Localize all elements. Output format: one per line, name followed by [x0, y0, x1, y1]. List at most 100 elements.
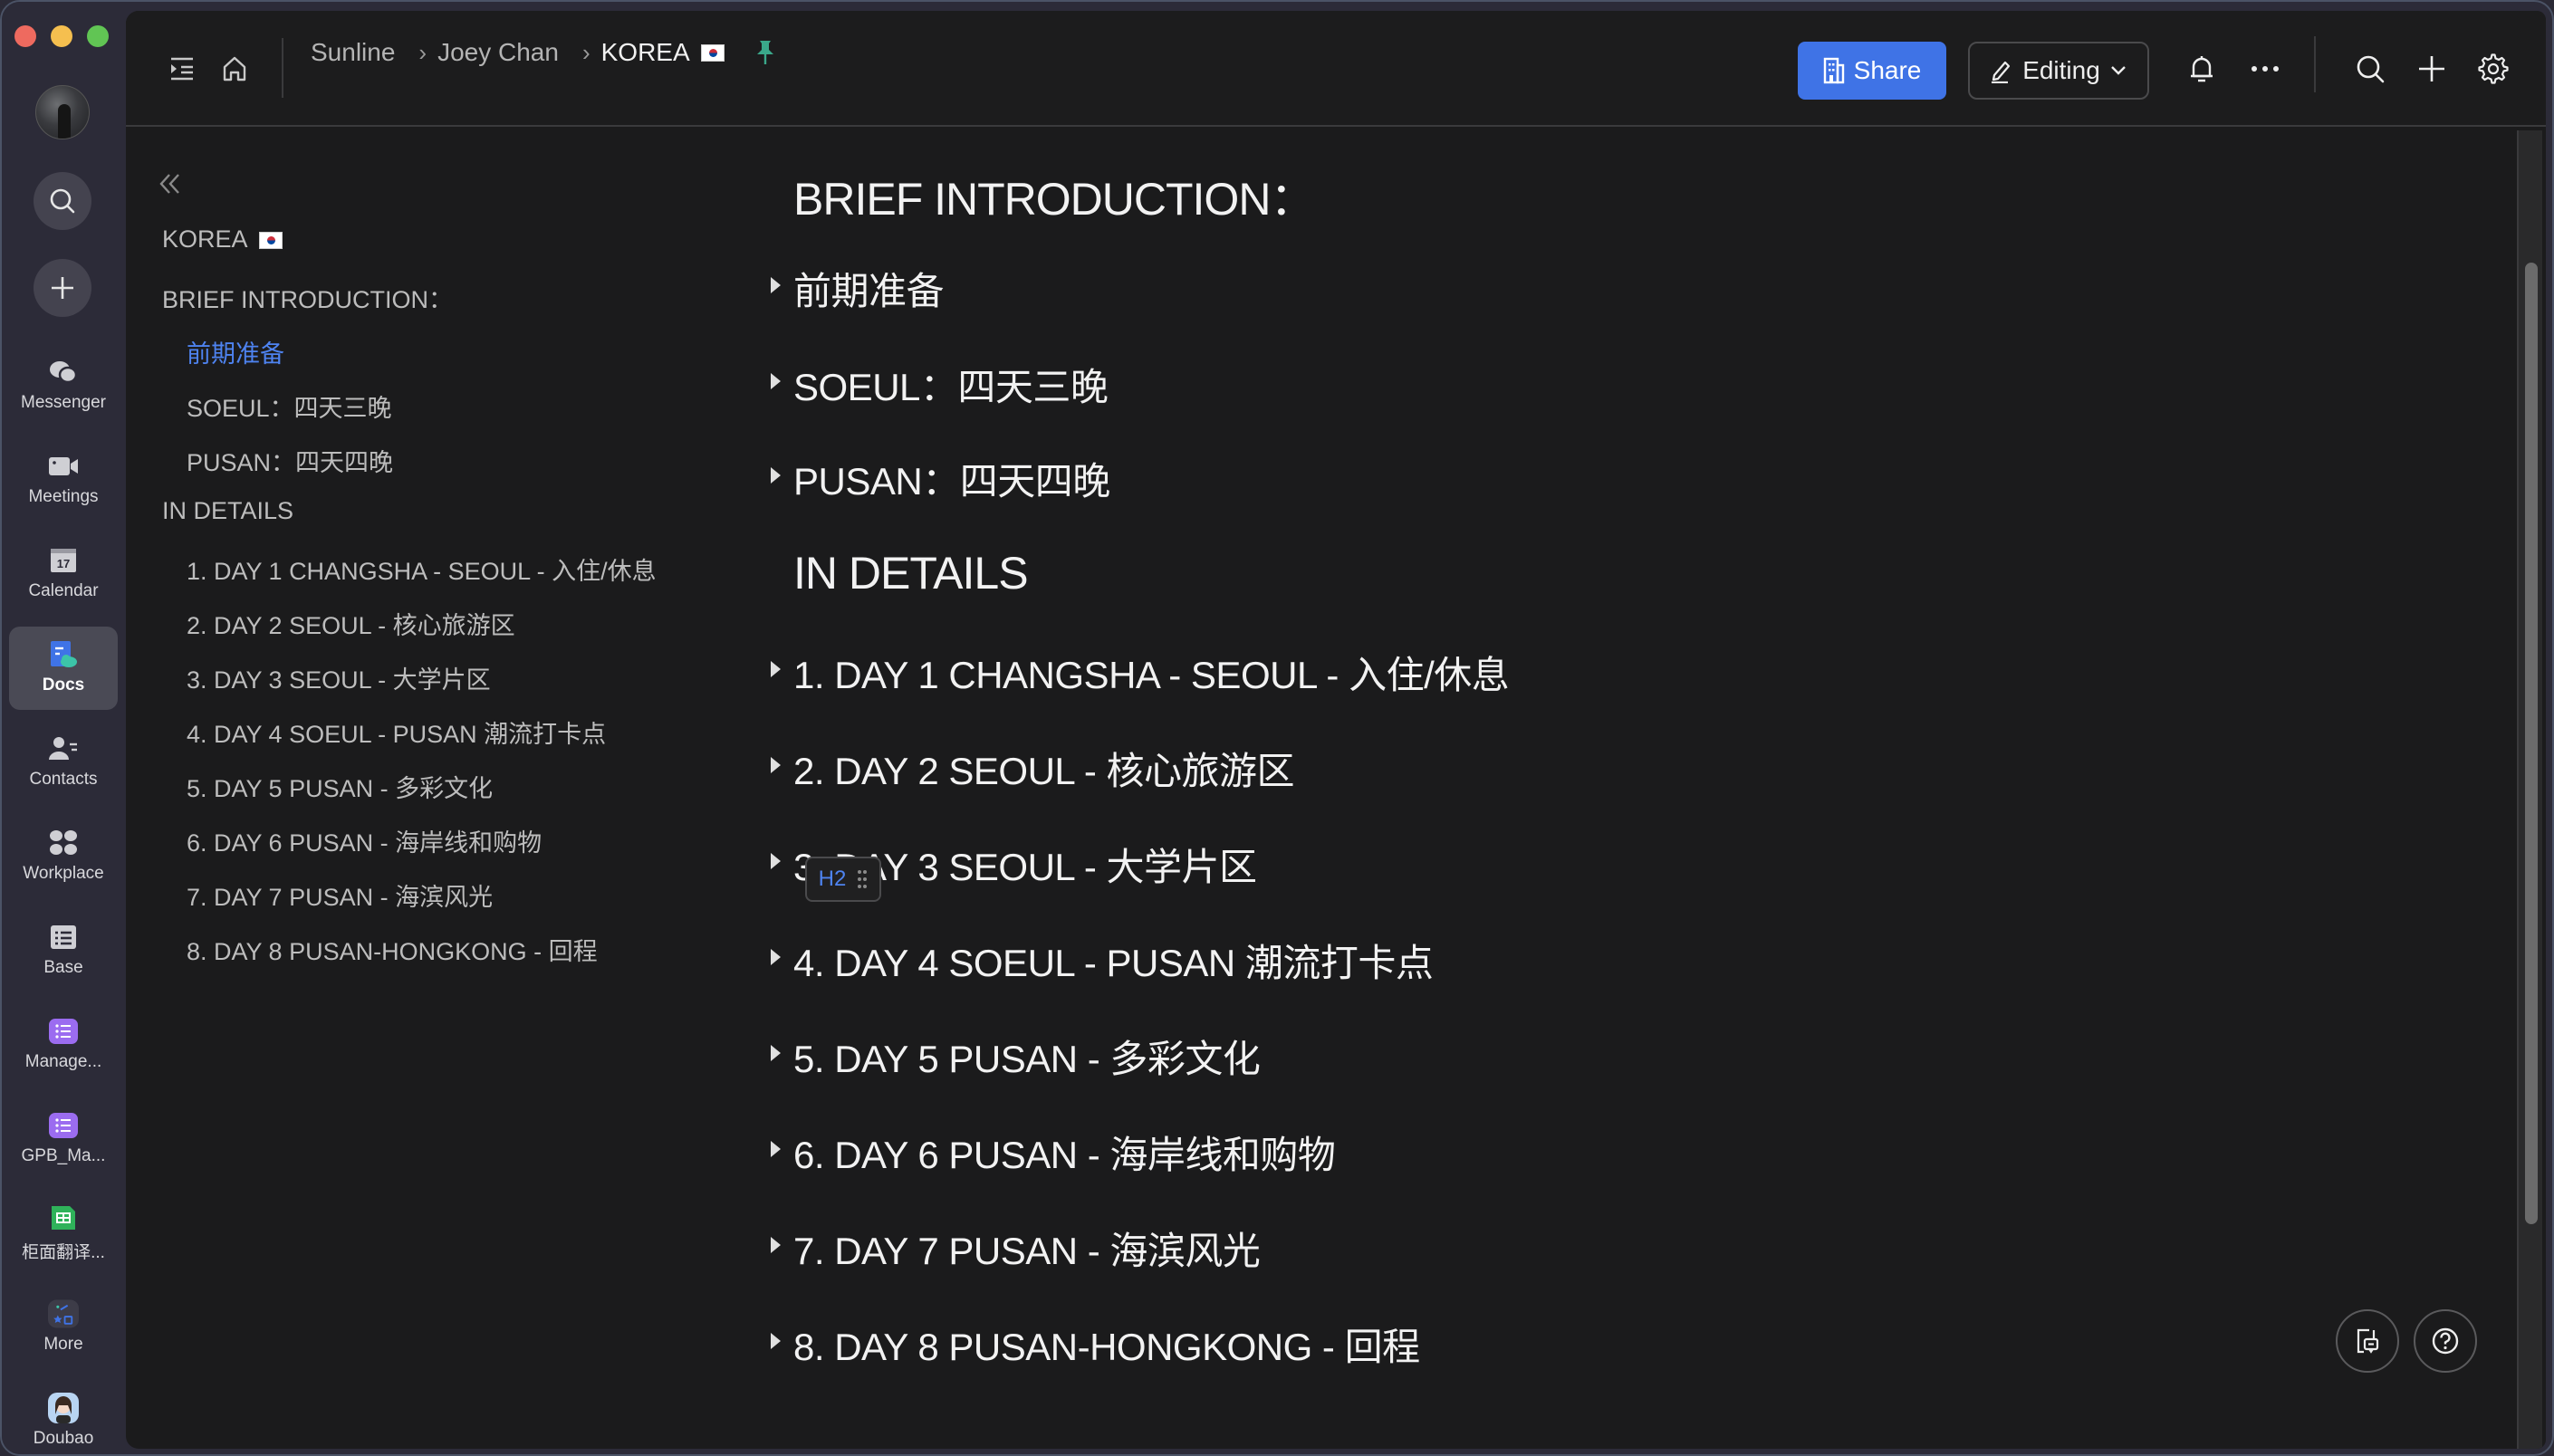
heading-2[interactable]: 2. DAY 2 SEOUL - 核心旅游区: [793, 741, 1295, 796]
outline-item-label: 2. DAY 2 SEOUL - 核心旅游区: [187, 612, 515, 639]
outline-item[interactable]: 前期准备: [187, 334, 284, 369]
outline-item[interactable]: KOREA: [162, 225, 283, 254]
rail-item-gpb-ma[interactable]: GPB_Ma...: [9, 1097, 118, 1181]
collapse-toggle-icon[interactable]: [771, 1237, 781, 1253]
rail-item-label: Doubao: [33, 1429, 94, 1448]
gear-icon: [2478, 53, 2509, 84]
share-button-label: Share: [1853, 56, 1922, 84]
heading2-badge: H2: [818, 867, 847, 891]
outline-item-label: SOEUL：四天三晚: [187, 395, 392, 422]
collapse-toggle-icon[interactable]: [771, 277, 781, 293]
collapse-toggle-icon[interactable]: [771, 853, 781, 869]
close-window-button[interactable]: [14, 25, 36, 47]
heading-2[interactable]: PUSAN：四天四晚: [793, 451, 1110, 506]
doc-comment-icon: [2357, 1328, 2379, 1354]
more-options-button[interactable]: [2245, 49, 2285, 89]
heading-2[interactable]: SOEUL：四天三晚: [793, 357, 1109, 412]
svg-text:17: 17: [57, 557, 70, 570]
korea-flag-icon: [258, 232, 283, 250]
collapse-toggle-icon[interactable]: [771, 1045, 781, 1061]
outline-item[interactable]: 2. DAY 2 SEOUL - 核心旅游区: [187, 606, 515, 641]
maximize-window-button[interactable]: [87, 25, 109, 47]
collapse-toggle-icon[interactable]: [771, 373, 781, 389]
block-type-handle[interactable]: H2: [805, 857, 881, 902]
outline-item[interactable]: 5. DAY 5 PUSAN - 多彩文化: [187, 769, 493, 804]
collapse-toggle-icon[interactable]: [771, 1333, 781, 1349]
help-button[interactable]: [2414, 1309, 2477, 1373]
outline-item[interactable]: 7. DAY 7 PUSAN - 海滨风光: [187, 877, 493, 913]
rail-item-meetings[interactable]: Meetings: [9, 438, 118, 522]
outline-item-label: 8. DAY 8 PUSAN-HONGKONG - 回程: [187, 938, 598, 965]
outline-item[interactable]: 4. DAY 4 SOEUL - PUSAN 潮流打卡点: [187, 714, 606, 750]
header-divider: [2314, 36, 2316, 92]
table-icon: [48, 924, 79, 951]
create-new-button[interactable]: [34, 259, 91, 317]
rail-item-manage[interactable]: Manage...: [9, 1003, 118, 1087]
avatar[interactable]: [35, 85, 90, 139]
plus-icon: [2419, 56, 2444, 81]
heading-1[interactable]: BRIEF INTRODUCTION：: [793, 163, 1315, 228]
rail-item-messenger[interactable]: Messenger: [9, 344, 118, 427]
heading-2[interactable]: 前期准备: [793, 261, 945, 316]
heading-2[interactable]: 8. DAY 8 PUSAN-HONGKONG - 回程: [793, 1317, 1420, 1372]
outline-item[interactable]: 6. DAY 6 PUSAN - 海岸线和购物: [187, 823, 542, 858]
heading-2[interactable]: 4. DAY 4 SOEUL - PUSAN 潮流打卡点: [793, 933, 1434, 988]
rail-item-workplace[interactable]: Workplace: [9, 815, 118, 898]
collapse-outline-button[interactable]: [157, 170, 184, 202]
app-rail: Messenger Meetings 17 Calendar Docs Contacts W…: [2, 2, 125, 1454]
collapse-toggle-icon[interactable]: [771, 661, 781, 677]
breadcrumb-item-workspace[interactable]: Sunline: [311, 38, 395, 67]
window-controls: [14, 25, 109, 47]
doc-search-button[interactable]: [2350, 49, 2390, 89]
outline-item[interactable]: 8. DAY 8 PUSAN-HONGKONG - 回程: [187, 932, 598, 967]
new-doc-button[interactable]: [2412, 49, 2452, 89]
rail-item-[interactable]: 柜面翻译...: [9, 1192, 118, 1275]
minimize-window-button[interactable]: [51, 25, 72, 47]
notifications-button[interactable]: [2182, 49, 2222, 89]
share-button[interactable]: Share: [1798, 42, 1946, 100]
collapse-toggle-icon[interactable]: [771, 949, 781, 965]
doc-comments-button[interactable]: [2336, 1309, 2399, 1373]
settings-button[interactable]: [2473, 49, 2513, 89]
rail-item-label: Messenger: [21, 393, 106, 412]
heading-1[interactable]: IN DETAILS: [793, 547, 1029, 599]
heading-2[interactable]: 6. DAY 6 PUSAN - 海岸线和购物: [793, 1125, 1336, 1180]
korea-flag-icon: [700, 43, 725, 62]
heading-2[interactable]: 5. DAY 5 PUSAN - 多彩文化: [793, 1029, 1261, 1084]
rail-item-docs[interactable]: Docs: [9, 627, 118, 710]
rail-item-more[interactable]: More: [9, 1286, 118, 1369]
outline-item[interactable]: PUSAN：四天四晚: [187, 443, 393, 478]
breadcrumb-item-folder[interactable]: Joey Chan: [437, 38, 559, 67]
vertical-scrollbar[interactable]: [2517, 130, 2542, 1449]
rail-item-calendar[interactable]: 17 Calendar: [9, 532, 118, 616]
breadcrumb-item-current[interactable]: KOREA: [601, 38, 690, 67]
pin-button[interactable]: [755, 39, 775, 66]
scrollbar-thumb[interactable]: [2525, 262, 2538, 1225]
docs-icon: [48, 641, 79, 668]
rail-item-label: Contacts: [29, 770, 98, 789]
collapse-toggle-icon[interactable]: [771, 1141, 781, 1157]
collapse-toggle-icon[interactable]: [771, 467, 781, 484]
rail-item-base[interactable]: Base: [9, 909, 118, 992]
outline-item-label: BRIEF INTRODUCTION：: [162, 286, 453, 313]
collapse-toggle-icon[interactable]: [771, 757, 781, 773]
toggle-sidebar-button[interactable]: [166, 53, 198, 85]
editing-mode-dropdown[interactable]: Editing: [1968, 42, 2149, 100]
home-button[interactable]: [218, 53, 251, 85]
outline-item[interactable]: 3. DAY 3 SEOUL - 大学片区: [187, 660, 491, 695]
rail-item-label: Calendar: [28, 581, 99, 600]
heading-2[interactable]: 1. DAY 1 CHANGSHA - SEOUL - 入住/休息: [793, 645, 1510, 700]
outline-item[interactable]: SOEUL：四天三晚: [187, 388, 392, 424]
rail-item-contacts[interactable]: Contacts: [9, 721, 118, 804]
outline-item-label: 5. DAY 5 PUSAN - 多彩文化: [187, 775, 494, 802]
breadcrumb: Sunline › Joey Chan › KOREA: [311, 38, 775, 67]
more-apps-icon: [48, 1299, 79, 1328]
outline-item[interactable]: BRIEF INTRODUCTION：: [162, 280, 453, 315]
outline-item[interactable]: 1. DAY 1 CHANGSHA - SEOUL - 入住/休息: [187, 551, 657, 587]
rail-item-doubao[interactable]: Doubao: [9, 1380, 118, 1454]
heading-2[interactable]: 7. DAY 7 PUSAN - 海滨风光: [793, 1221, 1261, 1276]
global-search-button[interactable]: [34, 172, 91, 230]
outline-panel: KOREA BRIEF INTRODUCTION： 前期准备 SOEUL：四天三晚 PU…: [126, 129, 724, 1449]
doubao-avatar-icon: [48, 1393, 79, 1423]
outline-item[interactable]: IN DETAILS: [162, 497, 293, 525]
